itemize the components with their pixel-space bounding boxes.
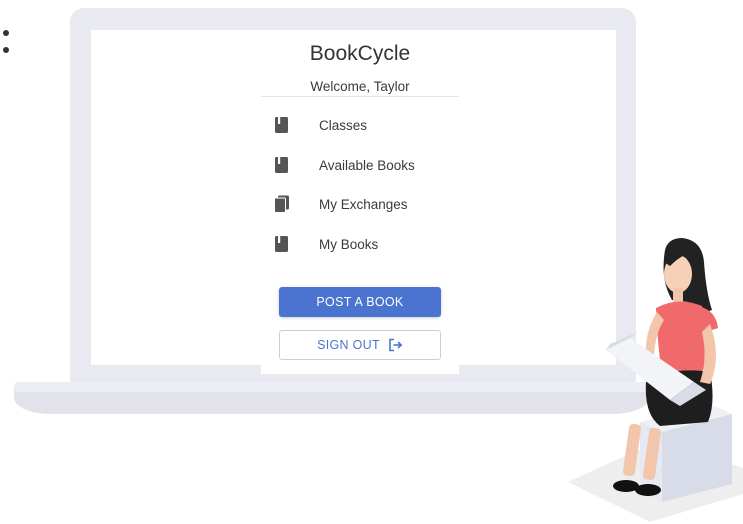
divider [261, 96, 459, 97]
menu-item-my-books[interactable]: My Books [261, 225, 459, 265]
page: BookCycle Welcome, Taylor Classes Availa… [0, 0, 743, 524]
post-a-book-button[interactable]: POST A BOOK [279, 287, 441, 317]
person-with-laptop-illustration [568, 238, 743, 522]
menu-item-label: My Exchanges [319, 197, 408, 213]
sign-out-button[interactable]: SIGN OUT [279, 330, 441, 360]
sign-out-icon [389, 338, 403, 352]
menu-item-available-books[interactable]: Available Books [261, 146, 459, 186]
app-screen: BookCycle Welcome, Taylor Classes Availa… [91, 30, 616, 374]
welcome-text: Welcome, Taylor [310, 79, 410, 94]
menu-item-classes[interactable]: Classes [261, 106, 459, 146]
sign-out-label: SIGN OUT [317, 338, 380, 352]
app-title: BookCycle [309, 42, 411, 65]
menu-item-my-exchanges[interactable]: My Exchanges [261, 185, 459, 225]
book-icon [275, 156, 288, 173]
nav-drawer: BookCycle Welcome, Taylor Classes Availa… [261, 30, 459, 374]
nav-menu: Classes Available Books My Exchanges My … [261, 106, 459, 264]
book-icon [275, 235, 288, 252]
menu-item-label: My Books [319, 236, 379, 252]
books-stack-icon [274, 195, 289, 213]
menu-item-label: Classes [319, 118, 368, 134]
menu-item-label: Available Books [319, 157, 415, 173]
book-icon [275, 117, 288, 133]
